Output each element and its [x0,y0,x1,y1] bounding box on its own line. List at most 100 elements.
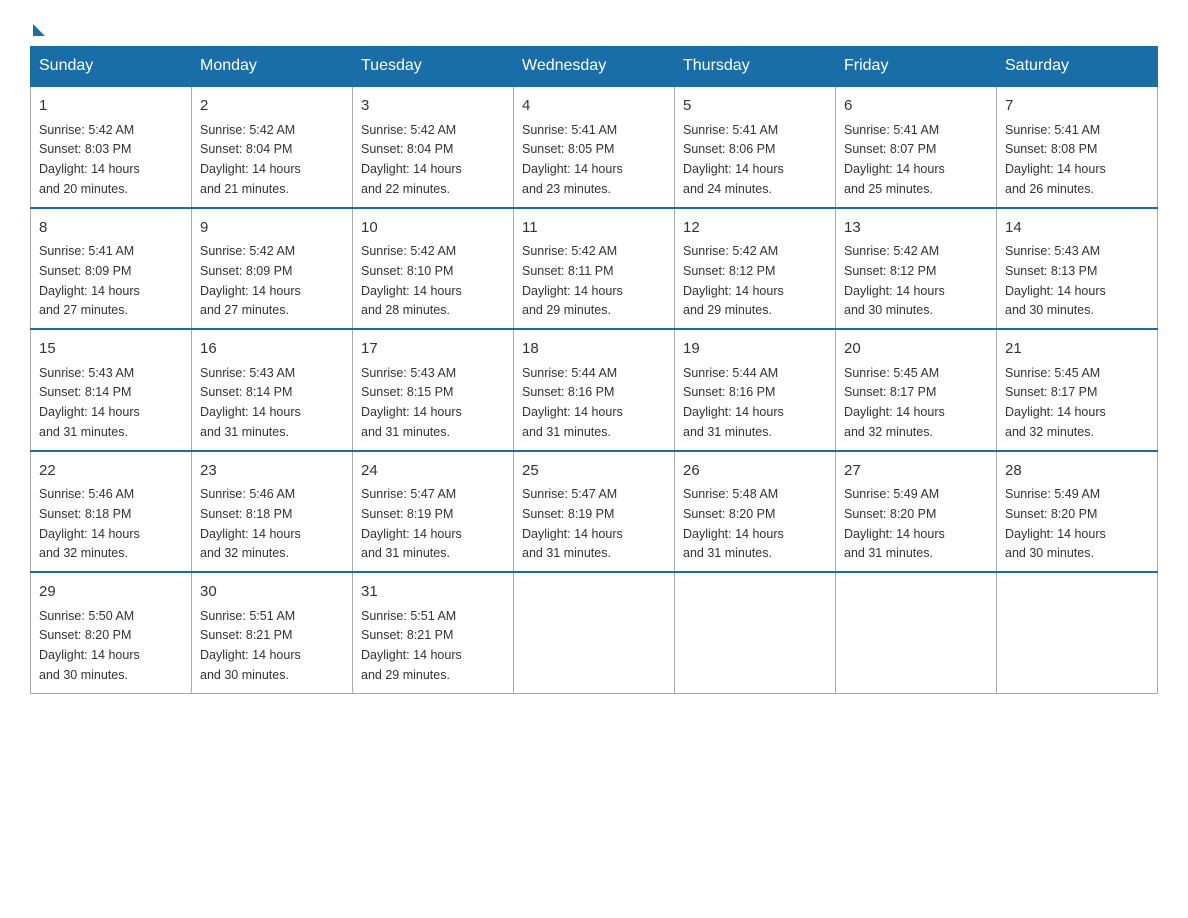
calendar-day-cell: 24 Sunrise: 5:47 AMSunset: 8:19 PMDaylig… [353,451,514,573]
calendar-day-cell: 21 Sunrise: 5:45 AMSunset: 8:17 PMDaylig… [997,329,1158,451]
day-number: 27 [844,460,988,483]
day-number: 4 [522,95,666,118]
day-number: 22 [39,460,183,483]
calendar-day-cell: 4 Sunrise: 5:41 AMSunset: 8:05 PMDayligh… [514,86,675,208]
day-number: 31 [361,581,505,604]
day-number: 18 [522,338,666,361]
calendar-day-cell [997,572,1158,693]
calendar-day-cell: 28 Sunrise: 5:49 AMSunset: 8:20 PMDaylig… [997,451,1158,573]
day-info: Sunrise: 5:44 AMSunset: 8:16 PMDaylight:… [683,366,784,439]
calendar-header-friday: Friday [836,47,997,87]
day-number: 30 [200,581,344,604]
calendar-day-cell: 25 Sunrise: 5:47 AMSunset: 8:19 PMDaylig… [514,451,675,573]
day-number: 14 [1005,217,1149,240]
calendar-day-cell [675,572,836,693]
calendar-day-cell: 26 Sunrise: 5:48 AMSunset: 8:20 PMDaylig… [675,451,836,573]
day-info: Sunrise: 5:42 AMSunset: 8:10 PMDaylight:… [361,244,462,317]
calendar-day-cell [514,572,675,693]
day-number: 16 [200,338,344,361]
day-number: 29 [39,581,183,604]
day-number: 21 [1005,338,1149,361]
calendar-day-cell: 1 Sunrise: 5:42 AMSunset: 8:03 PMDayligh… [31,86,192,208]
day-number: 6 [844,95,988,118]
calendar-day-cell: 15 Sunrise: 5:43 AMSunset: 8:14 PMDaylig… [31,329,192,451]
day-info: Sunrise: 5:46 AMSunset: 8:18 PMDaylight:… [200,487,301,560]
day-info: Sunrise: 5:45 AMSunset: 8:17 PMDaylight:… [844,366,945,439]
calendar-header-wednesday: Wednesday [514,47,675,87]
day-number: 26 [683,460,827,483]
calendar-header-thursday: Thursday [675,47,836,87]
day-number: 13 [844,217,988,240]
calendar-header-monday: Monday [192,47,353,87]
day-number: 15 [39,338,183,361]
day-number: 19 [683,338,827,361]
calendar-day-cell: 8 Sunrise: 5:41 AMSunset: 8:09 PMDayligh… [31,208,192,330]
calendar-day-cell: 2 Sunrise: 5:42 AMSunset: 8:04 PMDayligh… [192,86,353,208]
day-info: Sunrise: 5:46 AMSunset: 8:18 PMDaylight:… [39,487,140,560]
day-number: 1 [39,95,183,118]
day-number: 2 [200,95,344,118]
day-info: Sunrise: 5:41 AMSunset: 8:06 PMDaylight:… [683,123,784,196]
day-info: Sunrise: 5:42 AMSunset: 8:04 PMDaylight:… [361,123,462,196]
calendar-day-cell [836,572,997,693]
day-info: Sunrise: 5:50 AMSunset: 8:20 PMDaylight:… [39,609,140,682]
day-number: 8 [39,217,183,240]
calendar-day-cell: 30 Sunrise: 5:51 AMSunset: 8:21 PMDaylig… [192,572,353,693]
day-info: Sunrise: 5:47 AMSunset: 8:19 PMDaylight:… [522,487,623,560]
day-number: 25 [522,460,666,483]
calendar-day-cell: 5 Sunrise: 5:41 AMSunset: 8:06 PMDayligh… [675,86,836,208]
calendar-day-cell: 20 Sunrise: 5:45 AMSunset: 8:17 PMDaylig… [836,329,997,451]
calendar-header-row: SundayMondayTuesdayWednesdayThursdayFrid… [31,47,1158,87]
calendar-table: SundayMondayTuesdayWednesdayThursdayFrid… [30,46,1158,694]
day-info: Sunrise: 5:49 AMSunset: 8:20 PMDaylight:… [844,487,945,560]
calendar-day-cell: 16 Sunrise: 5:43 AMSunset: 8:14 PMDaylig… [192,329,353,451]
day-info: Sunrise: 5:43 AMSunset: 8:15 PMDaylight:… [361,366,462,439]
day-info: Sunrise: 5:45 AMSunset: 8:17 PMDaylight:… [1005,366,1106,439]
day-number: 24 [361,460,505,483]
calendar-day-cell: 23 Sunrise: 5:46 AMSunset: 8:18 PMDaylig… [192,451,353,573]
logo-arrow-icon [33,24,45,36]
day-info: Sunrise: 5:41 AMSunset: 8:07 PMDaylight:… [844,123,945,196]
calendar-header-tuesday: Tuesday [353,47,514,87]
day-info: Sunrise: 5:42 AMSunset: 8:11 PMDaylight:… [522,244,623,317]
day-info: Sunrise: 5:47 AMSunset: 8:19 PMDaylight:… [361,487,462,560]
day-number: 3 [361,95,505,118]
calendar-day-cell: 17 Sunrise: 5:43 AMSunset: 8:15 PMDaylig… [353,329,514,451]
calendar-day-cell: 13 Sunrise: 5:42 AMSunset: 8:12 PMDaylig… [836,208,997,330]
calendar-week-5: 29 Sunrise: 5:50 AMSunset: 8:20 PMDaylig… [31,572,1158,693]
day-info: Sunrise: 5:51 AMSunset: 8:21 PMDaylight:… [361,609,462,682]
calendar-day-cell: 12 Sunrise: 5:42 AMSunset: 8:12 PMDaylig… [675,208,836,330]
day-number: 9 [200,217,344,240]
day-number: 12 [683,217,827,240]
day-number: 11 [522,217,666,240]
day-info: Sunrise: 5:42 AMSunset: 8:04 PMDaylight:… [200,123,301,196]
calendar-day-cell: 29 Sunrise: 5:50 AMSunset: 8:20 PMDaylig… [31,572,192,693]
day-info: Sunrise: 5:41 AMSunset: 8:08 PMDaylight:… [1005,123,1106,196]
day-info: Sunrise: 5:43 AMSunset: 8:13 PMDaylight:… [1005,244,1106,317]
calendar-week-4: 22 Sunrise: 5:46 AMSunset: 8:18 PMDaylig… [31,451,1158,573]
calendar-week-1: 1 Sunrise: 5:42 AMSunset: 8:03 PMDayligh… [31,86,1158,208]
calendar-header-sunday: Sunday [31,47,192,87]
day-info: Sunrise: 5:44 AMSunset: 8:16 PMDaylight:… [522,366,623,439]
calendar-day-cell: 22 Sunrise: 5:46 AMSunset: 8:18 PMDaylig… [31,451,192,573]
day-info: Sunrise: 5:49 AMSunset: 8:20 PMDaylight:… [1005,487,1106,560]
day-info: Sunrise: 5:42 AMSunset: 8:09 PMDaylight:… [200,244,301,317]
calendar-day-cell: 18 Sunrise: 5:44 AMSunset: 8:16 PMDaylig… [514,329,675,451]
calendar-week-2: 8 Sunrise: 5:41 AMSunset: 8:09 PMDayligh… [31,208,1158,330]
calendar-header-saturday: Saturday [997,47,1158,87]
day-info: Sunrise: 5:41 AMSunset: 8:09 PMDaylight:… [39,244,140,317]
day-number: 23 [200,460,344,483]
calendar-day-cell: 11 Sunrise: 5:42 AMSunset: 8:11 PMDaylig… [514,208,675,330]
calendar-day-cell: 9 Sunrise: 5:42 AMSunset: 8:09 PMDayligh… [192,208,353,330]
day-info: Sunrise: 5:42 AMSunset: 8:12 PMDaylight:… [683,244,784,317]
day-info: Sunrise: 5:42 AMSunset: 8:03 PMDaylight:… [39,123,140,196]
day-info: Sunrise: 5:43 AMSunset: 8:14 PMDaylight:… [200,366,301,439]
calendar-day-cell: 14 Sunrise: 5:43 AMSunset: 8:13 PMDaylig… [997,208,1158,330]
calendar-day-cell: 7 Sunrise: 5:41 AMSunset: 8:08 PMDayligh… [997,86,1158,208]
day-number: 28 [1005,460,1149,483]
day-info: Sunrise: 5:42 AMSunset: 8:12 PMDaylight:… [844,244,945,317]
calendar-week-3: 15 Sunrise: 5:43 AMSunset: 8:14 PMDaylig… [31,329,1158,451]
calendar-day-cell: 10 Sunrise: 5:42 AMSunset: 8:10 PMDaylig… [353,208,514,330]
day-number: 10 [361,217,505,240]
day-number: 20 [844,338,988,361]
